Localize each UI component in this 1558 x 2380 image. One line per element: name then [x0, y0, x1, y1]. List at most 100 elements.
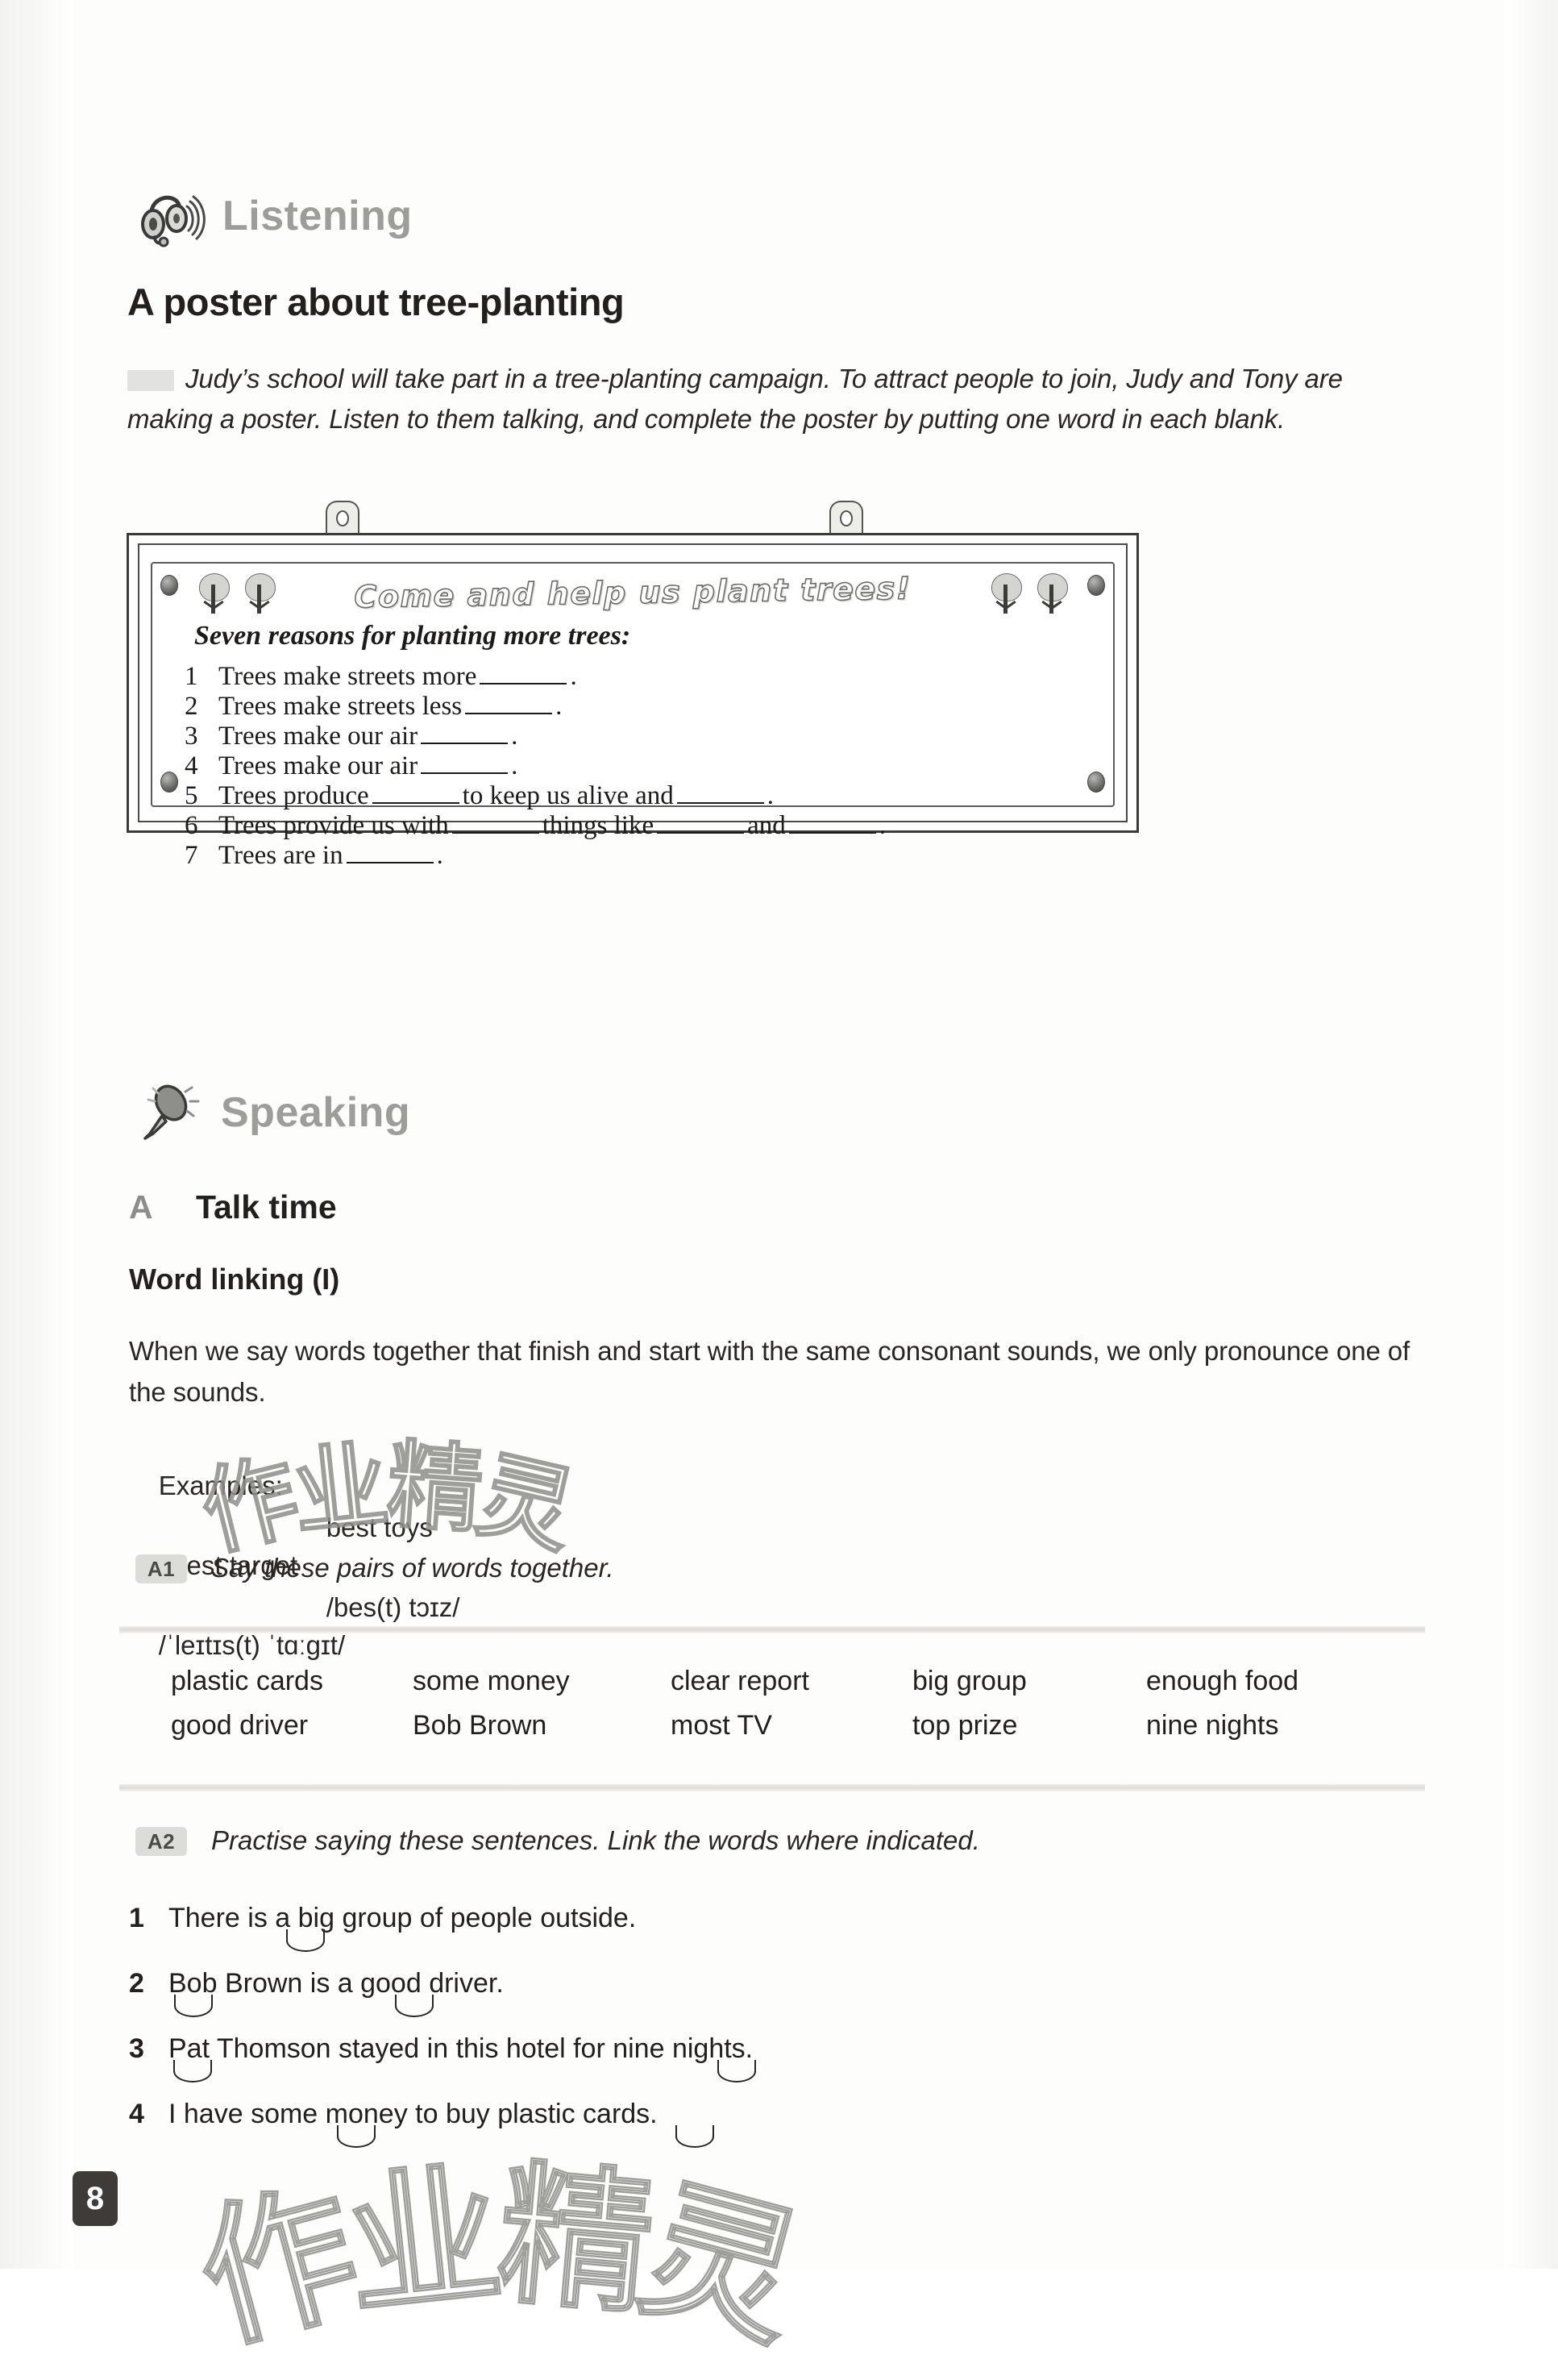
word-pair-cell: nine nights — [1146, 1710, 1279, 1741]
sentence-row: 4 I have some money to buy plastic cards… — [129, 2099, 658, 2130]
word-pair-cell: most TV — [671, 1710, 772, 1741]
reason-text: and — [747, 811, 786, 840]
poster-reason-row: 4 Trees make our air . — [185, 751, 1107, 781]
reason-punct: . — [767, 781, 774, 810]
sentence-number: 2 — [129, 1968, 144, 1999]
answer-blank[interactable] — [465, 713, 553, 714]
watermark-glyph: 作 — [181, 2159, 377, 2373]
answer-blank[interactable] — [676, 802, 764, 804]
link-arc — [337, 2125, 376, 2148]
page-number: 8 — [73, 2171, 118, 2226]
poster-reason-row: 3 Trees make our air . — [185, 722, 1107, 751]
link-arc — [675, 2125, 714, 2148]
word-linking-explanation: When we say words together that finish a… — [129, 1336, 1411, 1408]
badge-a1: A1 — [135, 1554, 187, 1583]
poster-hanger-left — [326, 501, 359, 536]
a1-instruction: Say these pairs of words together. — [211, 1553, 614, 1583]
poster-bolt-bottom-left — [160, 772, 178, 793]
sentence-row: 3 Pat Thomson stayed in this hotel for n… — [129, 2033, 753, 2065]
example-2-phonetic: /bes(t) tɔɪz/ — [326, 1592, 460, 1622]
microphone-icon — [137, 1080, 206, 1145]
sentence-number: 3 — [129, 2033, 144, 2064]
poster-reason-row: 7 Trees are in . — [185, 841, 1107, 871]
reason-text: Trees provide us with — [218, 811, 449, 840]
badge-a2: A2 — [135, 1827, 187, 1856]
word-pairs-grid: plastic cards some money clear report bi… — [171, 1666, 1380, 1741]
word-pair-cell: plastic cards — [171, 1666, 323, 1696]
reason-number: 5 — [185, 781, 198, 810]
sentence-number: 1 — [129, 1903, 144, 1933]
example-2-words: best toys — [326, 1512, 433, 1542]
pairs-top-rule — [119, 1626, 1425, 1633]
pairs-bottom-rule — [119, 1784, 1425, 1791]
answer-blank[interactable] — [346, 862, 434, 863]
sentence-text: There is a big group of people outside. — [168, 1903, 637, 1933]
reason-number: 3 — [185, 722, 198, 751]
reason-number: 4 — [185, 751, 198, 780]
answer-blank[interactable] — [788, 832, 876, 834]
tree-planting-poster: Come and help us plant trees! Seven reas… — [127, 501, 1139, 870]
listening-section-header: Listening — [139, 184, 413, 248]
word-pair-cell: top prize — [912, 1710, 1018, 1741]
reason-text: things like — [542, 811, 654, 840]
a2-instruction: Practise saying these sentences. Link th… — [211, 1825, 980, 1855]
reason-text: Trees make our air — [218, 722, 418, 751]
reason-text: Trees are in — [218, 841, 343, 870]
listening-instruction: Judy’s school will take part in a tree-p… — [127, 359, 1385, 439]
link-arc — [174, 1995, 213, 2017]
answer-blank[interactable] — [421, 772, 509, 774]
reason-punct: . — [511, 751, 518, 780]
poster-reason-row: 2 Trees make streets less . — [185, 692, 1107, 722]
link-arc — [173, 2060, 212, 2082]
answer-blank[interactable] — [480, 683, 567, 684]
watermark-bottom: 作业精灵 — [181, 2122, 820, 2374]
speaking-section-header: Speaking — [137, 1080, 410, 1145]
poster-reason-row: 5 Trees produce to keep us alive and . — [185, 781, 1107, 811]
watermark-glyph: 灵 — [467, 1438, 586, 1569]
subheading-word-linking: Word linking (I) — [129, 1263, 340, 1296]
watermark-glyph: 精 — [491, 2144, 661, 2336]
word-pair-cell: good driver — [171, 1710, 309, 1741]
link-arc — [286, 1929, 325, 1952]
sentence-text: I have some money to buy plastic cards. — [168, 2099, 658, 2129]
reason-number: 2 — [185, 692, 198, 721]
poster-list-heading: Seven reasons for planting more trees: — [194, 621, 631, 651]
word-pair-cell: some money — [413, 1666, 570, 1696]
answer-blank[interactable] — [657, 832, 745, 834]
poster-reason-row: 1 Trees make streets more . — [185, 662, 1107, 692]
reason-text: to keep us alive and — [462, 781, 674, 810]
link-arc — [717, 2060, 756, 2082]
answer-blank[interactable] — [421, 743, 509, 744]
listening-section-label: Listening — [222, 193, 413, 239]
word-pair-cell: big group — [912, 1666, 1027, 1696]
reason-punct: . — [511, 722, 518, 751]
watermark-glyph: 灵 — [623, 2158, 819, 2372]
sentence-number: 4 — [129, 2099, 144, 2129]
reason-text: Trees make streets less — [218, 692, 463, 721]
reason-text: Trees make streets more — [218, 662, 477, 691]
reason-number: 7 — [185, 841, 198, 870]
reason-punct: . — [570, 662, 577, 691]
reason-text: Trees produce — [218, 781, 369, 810]
headphones-icon — [139, 184, 208, 248]
word-pair-cell: clear report — [671, 1666, 809, 1696]
audio-track-chip — [127, 370, 174, 392]
answer-blank[interactable] — [451, 832, 539, 834]
sentence-text: Bob Brown is a good driver. — [168, 1968, 504, 1999]
listening-instruction-text: Judy’s school will take part in a tree-p… — [127, 364, 1343, 435]
reason-punct: . — [436, 841, 443, 870]
examples-label: Examples: — [158, 1470, 283, 1500]
poster-hanger-right — [829, 501, 863, 536]
speaking-section-label: Speaking — [221, 1089, 411, 1136]
reason-text: Trees make our air — [218, 751, 418, 780]
word-pair-cell: Bob Brown — [413, 1710, 547, 1741]
page-title: A poster about tree-planting — [127, 281, 625, 323]
reason-punct: . — [555, 692, 563, 721]
word-pair-cell: enough food — [1146, 1666, 1299, 1696]
poster-reasons-list: 1 Trees make streets more . 2 Trees make… — [185, 662, 1107, 871]
reason-punct: . — [879, 811, 887, 840]
sentence-row: 1 There is a big group of people outside… — [129, 1903, 636, 1934]
sentence-text: Pat Thomson stayed in this hotel for nin… — [168, 2033, 754, 2064]
task-letter-a: A — [129, 1188, 153, 1225]
answer-blank[interactable] — [372, 802, 459, 804]
